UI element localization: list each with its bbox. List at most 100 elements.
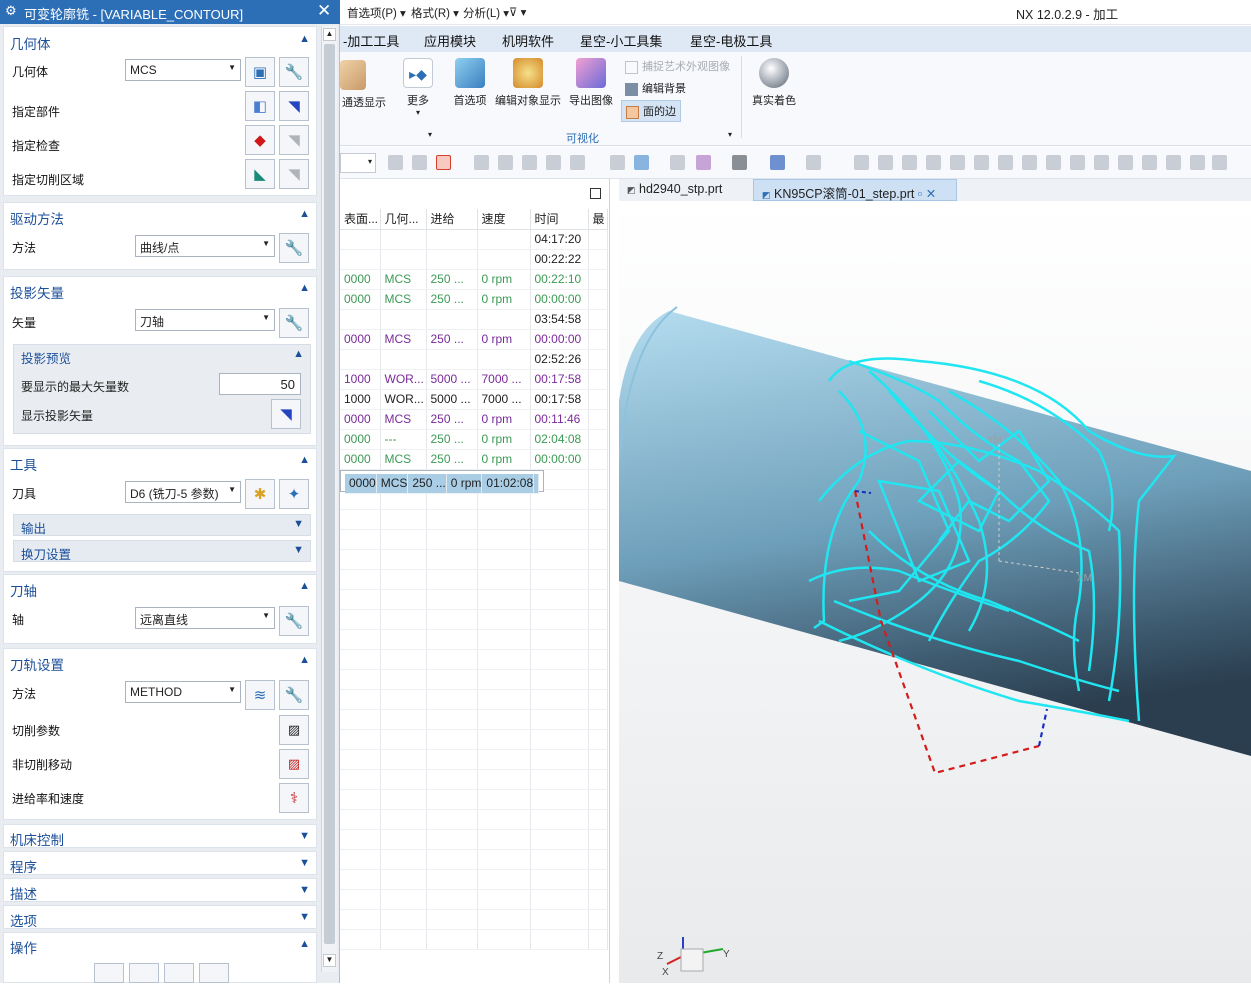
drive-method-select[interactable]: 曲线/点 ▼ <box>135 235 275 257</box>
table-row[interactable]: 0000 MCS 250 ... 0 rpm 00:00:00 <box>340 289 608 310</box>
solid-icon[interactable] <box>610 155 625 170</box>
table-row[interactable]: 0000 --- 250 ... 0 rpm 02:04:08 <box>340 429 608 450</box>
tool-change-subgroup[interactable]: 换刀设置 ▼ <box>13 540 311 562</box>
edit-tool-button[interactable]: ✦ <box>279 479 309 509</box>
face-edges-toggle[interactable]: 面的边 <box>621 100 681 122</box>
chevron-up-icon[interactable]: ▲ <box>299 938 310 950</box>
scroll-up-icon[interactable]: ▲ <box>323 28 336 41</box>
non-cut-button[interactable]: ▨ <box>279 749 309 779</box>
tool-icon-16[interactable] <box>1212 155 1227 170</box>
tab-applications[interactable]: 应用模块 <box>424 31 476 50</box>
table-row[interactable]: 0000 MCS 250 ... 0 rpm 00:00:00 <box>340 449 608 470</box>
tool-icon-10[interactable] <box>1070 155 1085 170</box>
table-row[interactable]: 0000 MCS 250 ... 0 rpm 01:02:08 <box>340 469 545 494</box>
section-geometry-header[interactable]: 几何体 <box>10 33 51 53</box>
grid-icon[interactable] <box>696 155 711 170</box>
tool-icon-14[interactable] <box>1166 155 1181 170</box>
chevron-up-icon[interactable]: ▲ <box>293 348 304 360</box>
preferences-button[interactable]: 首选项 <box>450 58 490 108</box>
tool-icon-12[interactable] <box>1118 155 1133 170</box>
more-button[interactable]: ▸◆ 更多 ▾ <box>398 58 438 117</box>
section-description[interactable]: 描述 ▼ <box>3 878 317 902</box>
box-select-icon[interactable] <box>570 155 585 170</box>
path-method-select[interactable]: METHOD ▼ <box>125 681 241 703</box>
table-row[interactable]: 0000 MCS 250 ... 0 rpm 00:22:10 <box>340 269 608 290</box>
chevron-up-icon[interactable]: ▲ <box>299 580 310 592</box>
gear-icon[interactable]: ⚙ <box>5 3 17 19</box>
tab-xingkong-electrode[interactable]: 星空-电极工具 <box>690 31 772 50</box>
show-vectors-button[interactable]: ◥ <box>271 399 301 429</box>
table-row[interactable]: 04:17:20 <box>340 229 608 250</box>
col-time[interactable]: 时间 <box>530 209 589 230</box>
chevron-up-icon[interactable]: ▲ <box>299 654 310 666</box>
col-speed[interactable]: 速度 <box>477 209 531 230</box>
chevron-up-icon[interactable]: ▲ <box>299 33 310 45</box>
preview-header[interactable]: 投影预览 <box>21 348 71 367</box>
edit-object-display-button[interactable]: 编辑对象显示 <box>494 58 562 108</box>
point-icon[interactable] <box>436 155 451 170</box>
actions-header[interactable]: 操作 <box>10 937 37 957</box>
vector-edit-button[interactable]: 🔧 <box>279 308 309 338</box>
table-row[interactable]: 1000 WOR... 5000 ... 7000 ... 00:17:58 <box>340 389 608 410</box>
generate-button[interactable] <box>94 963 124 983</box>
table-row[interactable]: 0000 MCS 250 ... 0 rpm 00:11:46 <box>340 409 608 430</box>
display-part-button[interactable]: ◥ <box>279 91 309 121</box>
tool-icon-8[interactable] <box>1022 155 1037 170</box>
maximize-icon[interactable] <box>590 188 601 199</box>
snap-icon[interactable] <box>388 155 403 170</box>
chevron-up-icon[interactable]: ▲ <box>299 208 310 220</box>
max-vectors-input[interactable]: 50 <box>219 373 301 395</box>
table-row[interactable]: 02:52:26 <box>340 349 608 370</box>
menu-preferences[interactable]: 首选项(P) ▾ <box>347 5 406 21</box>
table-row[interactable]: 0000 MCS 250 ... 0 rpm 00:00:00 <box>340 329 608 350</box>
col-feed[interactable]: 进给 <box>426 209 478 230</box>
tool-select[interactable]: D6 (铣刀-5 参数) ▼ <box>125 481 241 503</box>
vector-select[interactable]: 刀轴 ▼ <box>135 309 275 331</box>
target-icon[interactable] <box>546 155 561 170</box>
rotate-icon[interactable] <box>498 155 513 170</box>
menu-format[interactable]: 格式(R) ▾ <box>411 5 459 21</box>
dialog-scrollbar[interactable]: ▲ ▼ <box>321 26 337 972</box>
tab-kn95cp[interactable]: ◩ KN95CP滚筒-01_step.prt ▫ ✕ <box>753 179 957 201</box>
display-trim-button[interactable]: ◥ <box>279 159 309 189</box>
section-program[interactable]: 程序 ▼ <box>3 851 317 875</box>
selection-filter-dropdown[interactable]: ▾ <box>340 153 376 173</box>
table-row[interactable]: 00:22:22 <box>340 249 608 270</box>
new-geometry-button[interactable]: ▣ <box>245 57 275 87</box>
close-icon[interactable]: ✕ <box>317 1 331 21</box>
section-projection-header[interactable]: 投影矢量 <box>10 282 64 302</box>
quick-access-dropdown-icon[interactable]: ⊽ ▾ <box>509 5 526 19</box>
layer-icon[interactable] <box>670 155 685 170</box>
tab-machining-tools[interactable]: -加工工具 <box>343 31 399 50</box>
col-surface[interactable]: 表面... <box>340 209 381 230</box>
tool-icon-9[interactable] <box>1046 155 1061 170</box>
move-icon[interactable] <box>474 155 489 170</box>
tool-icon-5[interactable] <box>950 155 965 170</box>
col-extra[interactable]: 最 <box>588 209 608 230</box>
group-dropdown-icon[interactable]: ▾ <box>428 130 432 139</box>
cube-icon[interactable] <box>634 155 649 170</box>
tab-hd2940[interactable]: ◩ hd2940_stp.prt <box>619 179 749 201</box>
render-icon[interactable] <box>732 155 747 170</box>
tool-icon-1[interactable] <box>854 155 869 170</box>
scrollbar-thumb[interactable] <box>324 44 335 944</box>
tab-jiming-software[interactable]: 机明软件 <box>502 31 554 50</box>
section-drive-header[interactable]: 驱动方法 <box>10 208 64 228</box>
geometry-select[interactable]: MCS ▼ <box>125 59 241 81</box>
specify-check-button[interactable]: ◆ <box>245 125 275 155</box>
shaded-cube-icon[interactable] <box>770 155 785 170</box>
replay-button[interactable] <box>129 963 159 983</box>
col-geometry[interactable]: 几何... <box>380 209 427 230</box>
section-axis-header[interactable]: 刀轴 <box>10 580 37 600</box>
true-shading-button[interactable]: 真实着色 <box>750 58 798 108</box>
close-tab-icon[interactable]: ✕ <box>926 187 936 201</box>
tool-icon-11[interactable] <box>1094 155 1109 170</box>
axis-select[interactable]: 远离直线 ▼ <box>135 607 275 629</box>
axis-edit-button[interactable]: 🔧 <box>279 606 309 636</box>
output-subgroup[interactable]: 输出 ▼ <box>13 514 311 536</box>
edit-method-button[interactable]: 🔧 <box>279 680 309 710</box>
translucency-button[interactable]: 通透显示 <box>340 60 388 110</box>
group2-dropdown-icon[interactable]: ▾ <box>728 130 732 139</box>
table-row[interactable]: 03:54:58 <box>340 309 608 330</box>
tab-xingkong-tools[interactable]: 星空-小工具集 <box>580 31 662 50</box>
